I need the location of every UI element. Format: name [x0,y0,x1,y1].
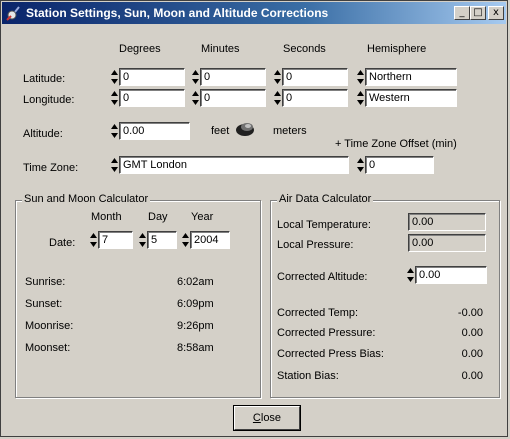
satellite-dish-icon [6,5,22,21]
spinner-arrows-icon[interactable] [138,232,147,248]
station-bias-label: Station Bias: [277,370,339,382]
feet-label: feet [211,125,230,137]
minimize-button[interactable]: _ [454,6,470,20]
sunrise-label: Sunrise: [25,276,66,288]
spinner-arrows-icon[interactable] [273,69,282,85]
timezone-field[interactable]: GMT London [119,156,349,174]
latitude-degrees-field[interactable]: 0 [119,68,185,86]
degrees-header: Degrees [119,43,161,55]
longitude-hemisphere-field[interactable]: Western [365,89,457,107]
moonrise-value: 9:26pm [177,320,214,332]
moonset-label: Moonset: [25,342,71,354]
latitude-hemisphere-field[interactable]: Northern [365,68,457,86]
longitude-label: Longitude: [23,94,75,106]
title-bar: Station Settings, Sun, Moon and Altitude… [2,2,506,24]
spinner-arrows-icon[interactable] [110,69,119,85]
spinner-arrows-icon[interactable] [110,123,119,139]
meters-label: meters [273,125,307,137]
unit-toggle-knob-icon[interactable] [234,121,256,137]
corrected-press-bias-value: 0.00 [461,348,483,360]
spinner-arrows-icon[interactable] [356,90,365,106]
window-title: Station Settings, Sun, Moon and Altitude… [26,6,329,20]
spinner-arrows-icon[interactable] [110,157,119,173]
spinner-arrows-icon[interactable] [356,157,365,173]
latitude-label: Latitude: [23,73,66,85]
moonset-value: 8:58am [177,342,214,354]
close-button-mnemonic: C [252,412,261,424]
latitude-minutes-field[interactable]: 0 [200,68,266,86]
spinner-arrows-icon[interactable] [110,90,119,106]
moonrise-label: Moonrise: [25,320,74,332]
corrected-temp-label: Corrected Temp: [277,307,359,319]
corrected-temp-value: -0.00 [457,307,483,319]
corrected-pressure-value: 0.00 [461,327,483,339]
local-temp-label: Local Temperature: [277,219,371,231]
altitude-field[interactable]: 0.00 [119,122,190,140]
corrected-altitude-label: Corrected Altitude: [277,271,368,283]
year-header: Year [191,211,214,223]
corrected-altitude-field[interactable]: 0.00 [415,266,487,284]
spinner-arrows-icon[interactable] [181,232,190,248]
day-field[interactable]: 5 [147,231,177,249]
local-temp-field: 0.00 [408,213,486,231]
year-field[interactable]: 2004 [190,231,230,249]
longitude-degrees-field[interactable]: 0 [119,89,185,107]
spinner-arrows-icon[interactable] [89,232,98,248]
hemisphere-header: Hemisphere [367,43,427,55]
spinner-arrows-icon[interactable] [273,90,282,106]
longitude-minutes-field[interactable]: 0 [200,89,266,107]
date-label: Date: [49,237,76,249]
spinner-arrows-icon[interactable] [191,69,200,85]
sunset-value: 6:09pm [177,298,214,310]
station-bias-value: 0.00 [461,370,483,382]
close-button[interactable]: Close [234,406,300,430]
altitude-label: Altitude: [23,128,63,140]
corrected-pressure-label: Corrected Pressure: [277,327,376,339]
timezone-offset-field[interactable]: 0 [365,156,434,174]
month-header: Month [91,211,122,223]
timezone-offset-label: + Time Zone Offset (min) [335,138,457,150]
close-window-button[interactable]: x [488,6,504,20]
sun-moon-title: Sun and Moon Calculator [22,193,151,205]
maximize-button[interactable]: □ [470,6,486,20]
timezone-label: Time Zone: [23,162,79,174]
sunrise-value: 6:02am [177,276,214,288]
sunset-label: Sunset: [25,298,63,310]
minutes-header: Minutes [201,43,240,55]
spinner-arrows-icon[interactable] [191,90,200,106]
settings-window: Station Settings, Sun, Moon and Altitude… [0,0,508,437]
air-data-title: Air Data Calculator [277,193,374,205]
spinner-arrows-icon[interactable] [356,69,365,85]
spinner-arrows-icon[interactable] [406,267,415,283]
day-header: Day [148,211,168,223]
close-button-label: lose [260,412,282,424]
local-pressure-label: Local Pressure: [277,239,354,251]
local-pressure-field: 0.00 [408,234,486,252]
latitude-seconds-field[interactable]: 0 [282,68,348,86]
longitude-seconds-field[interactable]: 0 [282,89,348,107]
seconds-header: Seconds [283,43,326,55]
corrected-press-bias-label: Corrected Press Bias: [277,348,384,360]
month-field[interactable]: 7 [98,231,133,249]
